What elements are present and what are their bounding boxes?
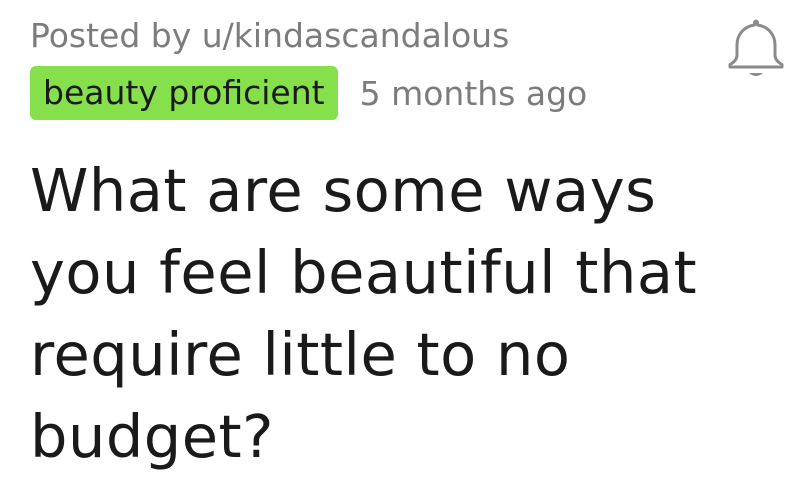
post-meta-row: beauty proficient 5 months ago (30, 66, 730, 120)
bell-icon[interactable] (722, 14, 790, 82)
post-title-line: require little to no (30, 320, 571, 389)
posted-by-author[interactable]: Posted by u/kindascandalous (30, 12, 730, 60)
post-title-line: budget? (30, 402, 274, 471)
post-title-line: What are some ways (30, 156, 657, 225)
post-timestamp[interactable]: 5 months ago (360, 74, 588, 113)
post-header: Posted by u/kindascandalous beauty profi… (30, 12, 730, 120)
post-title-line: you feel beautiful that (30, 238, 698, 307)
user-flair-badge: beauty proficient (30, 66, 338, 120)
post-title[interactable]: What are some ways you feel beautiful th… (30, 150, 770, 478)
